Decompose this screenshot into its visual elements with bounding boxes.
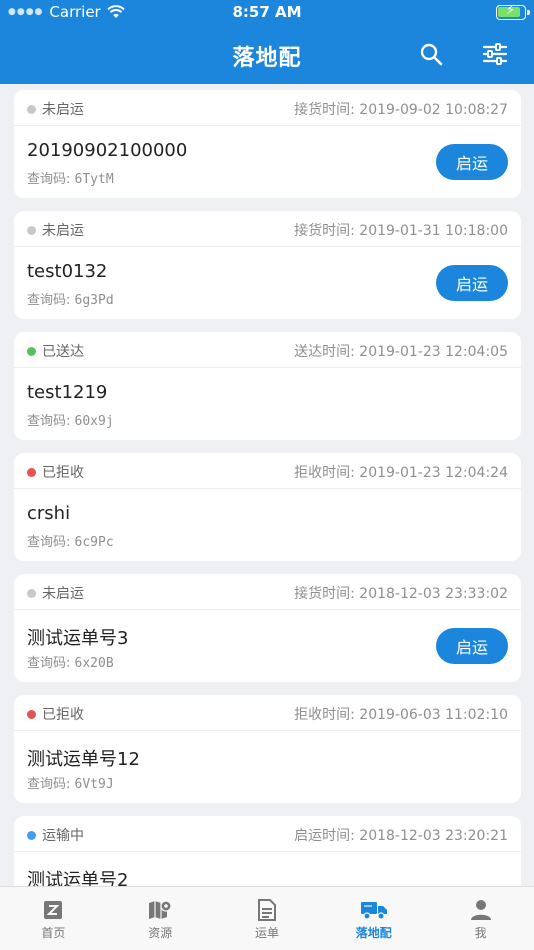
clock: 8:57 AM	[232, 3, 302, 21]
order-card-header: 已拒收 拒收时间: 2019-06-03 11:02:10	[14, 695, 521, 731]
search-button[interactable]	[416, 40, 446, 68]
order-time: 拒收时间: 2019-01-23 12:04:24	[294, 465, 508, 481]
tab-label: 资源	[148, 926, 173, 940]
header: ●●●● Carrier 8:57 AM ⚡ 落地配	[0, 0, 534, 84]
tab-me[interactable]: 我	[427, 887, 534, 950]
query-code: 查询码: 6g3Pd	[27, 293, 114, 308]
tab-waybill[interactable]: 运单	[214, 887, 321, 950]
tab-home[interactable]: 首页	[0, 887, 107, 950]
order-card-header: 已拒收 拒收时间: 2019-01-23 12:04:24	[14, 453, 521, 489]
order-card-header: 运输中 启运时间: 2018-12-03 23:20:21	[14, 816, 521, 852]
order-status: 已拒收	[27, 462, 84, 482]
document-icon	[257, 899, 276, 921]
order-card-header: 未启运 接货时间: 2018-12-03 23:33:02	[14, 574, 521, 610]
order-status: 已送达	[27, 341, 84, 361]
order-number: 测试运单号12	[27, 749, 140, 770]
order-status: 未启运	[27, 583, 84, 603]
order-time: 送达时间: 2019-01-23 12:04:05	[294, 344, 508, 360]
tab-label: 落地配	[355, 926, 392, 940]
start-shipping-button[interactable]: 启运	[436, 144, 508, 180]
status-dot	[27, 467, 36, 477]
order-status: 未启运	[27, 99, 84, 119]
order-status: 未启运	[27, 220, 84, 240]
tab-bar: 首页 资源 运单 落地配 我	[0, 886, 534, 950]
order-card[interactable]: 已拒收 拒收时间: 2019-01-23 12:04:24 crshi 查询码:…	[14, 453, 521, 561]
query-code: 查询码: 6TytM	[27, 172, 114, 187]
query-code: 查询码: 6x20B	[27, 656, 114, 671]
status-bar: ●●●● Carrier 8:57 AM ⚡	[0, 0, 534, 26]
order-number: crshi	[27, 503, 71, 524]
order-time: 启运时间: 2018-12-03 23:20:21	[294, 828, 508, 844]
tab-label: 首页	[41, 926, 66, 940]
filter-sliders-icon	[482, 43, 508, 65]
tab-label: 运单	[254, 926, 279, 940]
order-status: 运输中	[27, 825, 84, 845]
home-icon	[44, 901, 63, 919]
start-shipping-button[interactable]: 启运	[436, 265, 508, 301]
filter-button[interactable]	[480, 40, 510, 68]
tab-last-mile[interactable]: 落地配	[320, 887, 427, 950]
order-card[interactable]: 未启运 接货时间: 2019-01-31 10:18:00 test0132 查…	[14, 211, 521, 319]
order-card[interactable]: 已送达 送达时间: 2019-01-23 12:04:05 test1219 查…	[14, 332, 521, 440]
status-dot	[27, 225, 36, 235]
order-time: 接货时间: 2019-01-31 10:18:00	[294, 223, 508, 239]
order-time: 接货时间: 2018-12-03 23:33:02	[294, 586, 508, 602]
start-shipping-button[interactable]: 启运	[436, 628, 508, 664]
order-number: test1219	[27, 382, 108, 403]
order-card-header: 未启运 接货时间: 2019-01-31 10:18:00	[14, 211, 521, 247]
order-card[interactable]: 运输中 启运时间: 2018-12-03 23:20:21 测试运单号2	[14, 816, 521, 886]
order-card[interactable]: 未启运 接货时间: 2019-09-02 10:08:27 2019090210…	[14, 90, 521, 198]
order-card[interactable]: 未启运 接货时间: 2018-12-03 23:33:02 测试运单号3 查询码…	[14, 574, 521, 682]
status-dot	[27, 346, 36, 356]
search-icon	[420, 43, 443, 66]
status-dot	[27, 709, 36, 719]
order-time: 接货时间: 2019-09-02 10:08:27	[294, 102, 508, 118]
order-card-header: 已送达 送达时间: 2019-01-23 12:04:05	[14, 332, 521, 368]
battery-icon: ⚡	[496, 3, 530, 20]
status-dot	[27, 588, 36, 598]
order-number: 测试运单号2	[27, 870, 129, 886]
order-list[interactable]: 未启运 接货时间: 2019-09-02 10:08:27 2019090210…	[0, 84, 534, 886]
tab-label: 我	[474, 926, 487, 940]
truck-icon	[360, 902, 387, 920]
order-number: test0132	[27, 261, 108, 282]
order-number: 测试运单号3	[27, 628, 129, 649]
status-dot	[27, 104, 36, 114]
order-time: 拒收时间: 2019-06-03 11:02:10	[294, 707, 508, 723]
status-dot	[27, 830, 36, 840]
user-icon	[470, 900, 491, 920]
order-number: 20190902100000	[27, 140, 188, 161]
order-status: 已拒收	[27, 704, 84, 724]
tab-resources[interactable]: 资源	[107, 887, 214, 950]
query-code: 查询码: 6Vt9J	[27, 777, 114, 792]
query-code: 查询码: 6c9Pc	[27, 535, 114, 550]
map-icon	[149, 900, 172, 919]
order-card[interactable]: 已拒收 拒收时间: 2019-06-03 11:02:10 测试运单号12 查询…	[14, 695, 521, 803]
query-code: 查询码: 60x9j	[27, 414, 114, 429]
page-title: 落地配	[232, 46, 302, 71]
order-card-header: 未启运 接货时间: 2019-09-02 10:08:27	[14, 90, 521, 126]
